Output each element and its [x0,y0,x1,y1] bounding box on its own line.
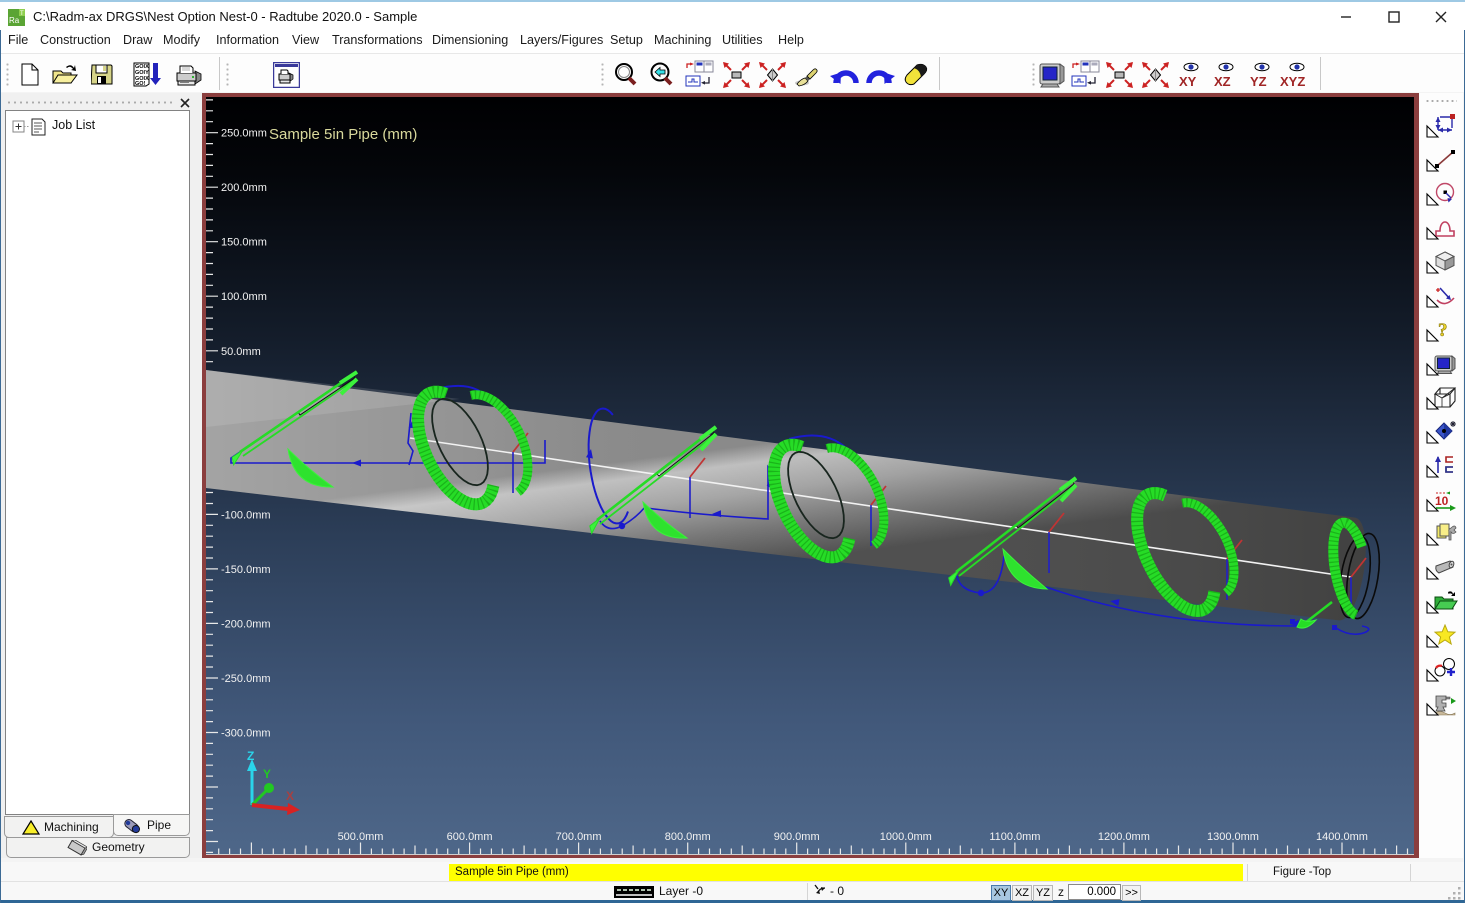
svg-text:700.0mm: 700.0mm [556,831,602,843]
svg-text:1400.0mm: 1400.0mm [1316,831,1368,843]
svg-text:GO!: GO! [135,81,146,87]
svg-text:-300.0mm: -300.0mm [221,728,271,740]
svg-text:1000.0mm: 1000.0mm [880,831,932,843]
svg-text:-250.0mm: -250.0mm [221,673,271,685]
svg-text:-100.0mm: -100.0mm [221,509,271,521]
svg-text:-200.0mm: -200.0mm [221,618,271,630]
svg-text:500.0mm: 500.0mm [338,831,384,843]
svg-text:?: ? [1438,320,1448,341]
svg-text:1300.0mm: 1300.0mm [1207,831,1259,843]
svg-text:T: T [20,11,24,17]
svg-text:100.0mm: 100.0mm [221,291,267,303]
svg-text:1100.0mm: 1100.0mm [989,831,1040,843]
svg-text:1200.0mm: 1200.0mm [1098,831,1150,843]
svg-text:250.0mm: 250.0mm [221,128,267,140]
svg-text:-150.0mm: -150.0mm [221,564,271,576]
svg-text:XZ: XZ [1214,74,1231,89]
svg-text:800.0mm: 800.0mm [665,831,711,843]
svg-text:600.0mm: 600.0mm [447,831,493,843]
svg-text:Y: Y [263,767,271,781]
svg-text:XY: XY [1179,74,1197,89]
svg-text:X: X [286,789,294,803]
svg-text:YZ: YZ [1250,74,1267,89]
svg-text:150.0mm: 150.0mm [221,237,267,249]
svg-text:Z: Z [247,749,254,763]
svg-text:900.0mm: 900.0mm [774,831,820,843]
svg-text:10: 10 [1435,494,1449,508]
svg-text:Sample 5in Pipe (mm): Sample 5in Pipe (mm) [269,126,417,143]
svg-text:50.0mm: 50.0mm [221,346,261,358]
svg-text:200.0mm: 200.0mm [221,182,267,194]
svg-text:Ra: Ra [9,16,20,25]
svg-text:XYZ: XYZ [1280,74,1305,89]
